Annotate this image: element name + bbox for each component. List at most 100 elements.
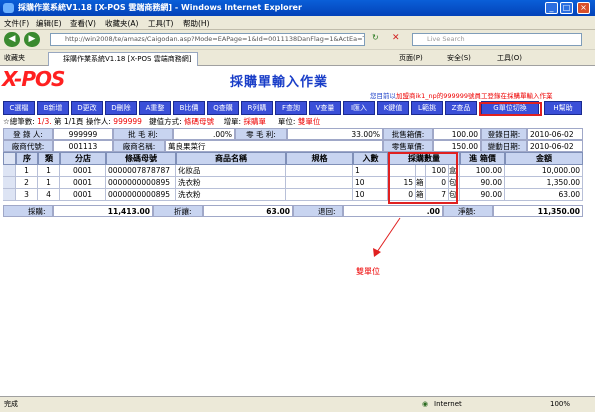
retail-price-field[interactable]: 150.00 (433, 140, 481, 152)
cell-product-name: 洗衣粉 (176, 189, 286, 201)
col-store[interactable]: 分店 (60, 152, 106, 165)
col-seq[interactable]: 序 (16, 152, 38, 165)
cell-class: 1 (38, 177, 60, 189)
safety-menu[interactable]: 安全(S) (447, 53, 471, 63)
wholesale-margin-field[interactable]: .00% (173, 128, 235, 140)
totals-row: 採購: 11,413.00 折讓: 63.00 退回: .00 淨額: 11,3… (3, 205, 583, 218)
col-barcode[interactable]: 條碼母號 (106, 152, 176, 165)
change-date-label: 變動日期: (481, 140, 527, 152)
cell-store: 0001 (60, 165, 106, 177)
cell-qty-in: 1 (353, 165, 388, 177)
col-box-price[interactable]: 進 箱價 (460, 152, 505, 165)
wholesale-margin-label: 批 毛 利: (113, 128, 173, 140)
range-pick-button[interactable]: L範挑 (411, 101, 443, 115)
purchase-total-label: 採購: (3, 205, 53, 217)
list-purchase-button[interactable]: R列購 (241, 101, 273, 115)
operator-label: 操作人: (85, 117, 111, 126)
query-purchase-button[interactable]: Q查購 (207, 101, 239, 115)
cell-store: 0001 (60, 189, 106, 201)
cell-seq: 2 (16, 177, 38, 189)
help-button[interactable]: H幫助 (544, 101, 582, 115)
row-indicator (3, 189, 16, 201)
box-price-field[interactable]: 100.00 (433, 128, 481, 140)
menu-tools[interactable]: 工具(T) (148, 18, 173, 29)
cell-qty-in: 10 (353, 189, 388, 201)
col-spec[interactable]: 規格 (286, 152, 353, 165)
highlight-dual-unit (388, 152, 458, 204)
refresh-button[interactable]: A重整 (139, 101, 171, 115)
cell-box-price: 90.00 (460, 189, 505, 201)
stop-icon[interactable]: ✕ (392, 33, 404, 46)
forward-button[interactable]: ▶ (24, 32, 40, 47)
vendor-code-field[interactable]: 001113 (53, 140, 113, 152)
discount-label: 折讓: (153, 205, 203, 217)
delete-button[interactable]: D刪除 (105, 101, 137, 115)
login-notice: 您目前以加盟商ik1_np的999999號員工登錄在採購單輸入作業 (370, 90, 553, 100)
query-qty-button[interactable]: V查量 (309, 101, 341, 115)
purchase-total: 11,413.00 (53, 205, 153, 217)
search-input[interactable]: Live Search (412, 33, 582, 46)
operator-field[interactable]: 999999 (53, 128, 113, 140)
zoom-level[interactable]: 100% (550, 397, 570, 412)
row-indicator-header (3, 152, 16, 165)
col-amount[interactable]: 金額 (505, 152, 583, 165)
vendor-name-field[interactable]: 萬良果菜行 (165, 140, 383, 152)
search-button[interactable]: F查詢 (275, 101, 307, 115)
zone-text: Internet (434, 400, 462, 408)
page-menu[interactable]: 页面(P) (399, 53, 423, 63)
retail-price-label: 零售單價: (383, 140, 433, 152)
menu-file[interactable]: 文件(F) (4, 18, 29, 29)
cell-box-price: 90.00 (460, 177, 505, 189)
col-class[interactable]: 類 (38, 152, 60, 165)
cell-seq: 3 (16, 189, 38, 201)
key-value-button[interactable]: K鍵值 (377, 101, 409, 115)
change-date-field[interactable]: 2010-06-02 (527, 140, 583, 152)
net-total: 11,350.00 (493, 205, 583, 217)
select-button[interactable]: C選檔 (3, 101, 35, 115)
operator-value: 999999 (113, 117, 142, 126)
favorites-button[interactable]: 收藏夹 (4, 53, 25, 63)
back-button[interactable]: ◀ (4, 32, 20, 47)
net-label: 淨額: (443, 205, 493, 217)
login-date-field[interactable]: 2010-06-02 (527, 128, 583, 140)
menu-view[interactable]: 查看(V) (70, 18, 96, 29)
close-button[interactable]: × (577, 2, 590, 14)
retail-margin-field[interactable]: 33.00% (287, 128, 383, 140)
menu-help[interactable]: 帮助(H) (183, 18, 210, 29)
cell-qty-in: 10 (353, 177, 388, 189)
import-button[interactable]: I匯入 (343, 101, 375, 115)
refresh-icon[interactable]: ↻ (372, 33, 384, 46)
edit-button[interactable]: D更改 (71, 101, 103, 115)
vendor-code-label: 廠商代號: (3, 140, 53, 152)
notice-post: 採購單輸入作業 (507, 92, 553, 100)
unit-label: 單位: (277, 117, 296, 126)
maximize-button[interactable]: □ (560, 2, 573, 14)
product-lookup-button[interactable]: Z查品 (445, 101, 477, 115)
col-product-name[interactable]: 商品名稱 (176, 152, 286, 165)
tools-menu[interactable]: 工具(O) (497, 53, 522, 63)
menu-favorites[interactable]: 收藏夹(A) (105, 18, 138, 29)
info-line: ☆總筆數: 1/3. 第 1/1頁 操作人: 999999 鍵值方式: 條碼母號… (3, 116, 583, 127)
annotation-label: 雙單位 (356, 267, 380, 276)
compare-price-button[interactable]: B比價 (173, 101, 205, 115)
total-label: ☆總筆數: (3, 117, 35, 126)
url-input[interactable]: http://win2008/te/amazs/Caigodan.asp?Mod… (50, 33, 365, 46)
table-row[interactable]: 1 1 0001 0000007878787 化妝品 1 100 盒 100.0… (3, 165, 583, 177)
col-qty-in[interactable]: 入數 (353, 152, 388, 165)
table-row[interactable]: 3 4 0001 0000000000895 洗衣粉 10 0 箱 7 包 90… (3, 189, 583, 201)
ie-icon (3, 3, 14, 13)
browser-tab[interactable]: 採購作業系統V1.18 [X-POS 雲端商務網] (48, 52, 198, 66)
unit-value: 雙單位 (297, 117, 321, 126)
window-titlebar: 採購作業系統V1.18 [X-POS 雲端商務網] - Windows Inte… (0, 0, 595, 16)
row-indicator (3, 165, 16, 177)
cell-box-price: 100.00 (460, 165, 505, 177)
row-indicator (3, 177, 16, 189)
key-value: 條碼母號 (184, 117, 215, 126)
cell-barcode: 0000000000895 (106, 177, 176, 189)
table-row[interactable]: 2 1 0001 0000000000895 洗衣粉 10 15 箱 0 包 9… (3, 177, 583, 189)
page-label: 第 1/1頁 (54, 117, 84, 126)
minimize-button[interactable]: _ (545, 2, 558, 14)
discount-total: 63.00 (203, 205, 293, 217)
add-button[interactable]: B新增 (37, 101, 69, 115)
menu-edit[interactable]: 编辑(E) (36, 18, 62, 29)
